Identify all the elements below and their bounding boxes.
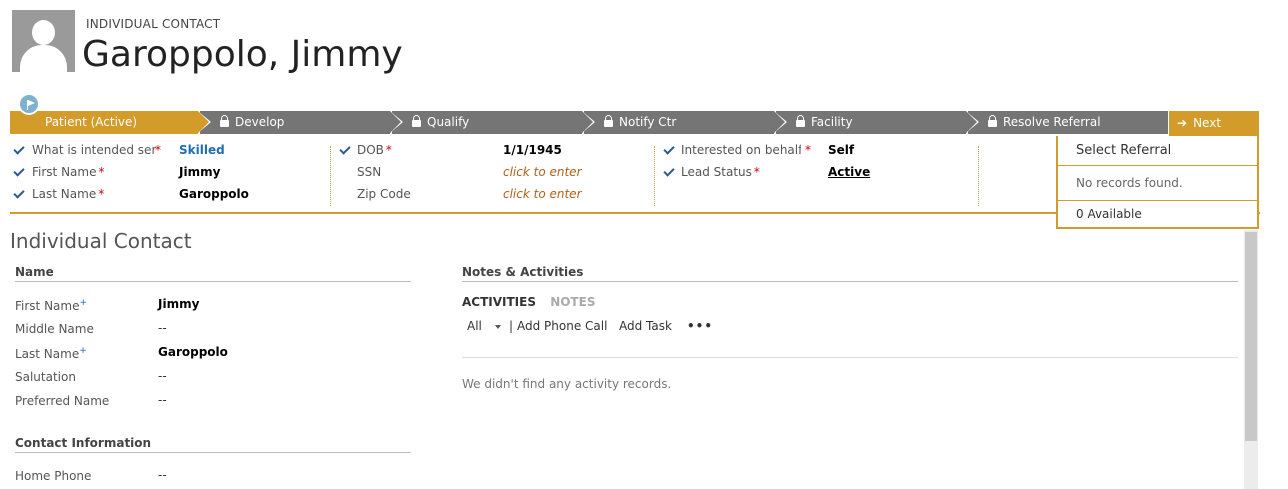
label-middle-name: Middle Name [15, 322, 94, 336]
field-value[interactable]: 1/1/1945 [503, 140, 562, 160]
flyout-available-count: 0 Available [1076, 207, 1142, 221]
stage-develop[interactable]: Develop [198, 111, 401, 134]
check-icon [13, 187, 25, 199]
field-lead-status[interactable]: Lead Status * Active [663, 162, 984, 182]
field-label: SSN [357, 165, 382, 179]
check-icon [13, 165, 25, 177]
stage-label: Qualify [427, 115, 470, 129]
section-heading-notes-activities: Notes & Activities [462, 265, 1238, 282]
activities-empty-message: We didn't find any activity records. [462, 377, 672, 391]
record-title: Garoppolo, Jimmy [82, 34, 403, 75]
label-preferred-name: Preferred Name [15, 394, 110, 408]
stage-label: Notify Ctr [619, 115, 677, 129]
stage-qualify[interactable]: Qualify [390, 111, 593, 134]
field-first-name[interactable]: First Name * Jimmy [10, 162, 330, 182]
tab-notes[interactable]: NOTES [550, 295, 595, 309]
label-last-name: Last Name+ [15, 346, 87, 361]
flyout-title[interactable]: Select Referral [1058, 136, 1257, 166]
field-value[interactable]: Skilled [179, 140, 225, 160]
column-divider [654, 146, 655, 206]
add-task-button[interactable]: Add Task [619, 319, 672, 333]
stage-label: Resolve Referral [1003, 115, 1101, 129]
stage-resolve-referral[interactable]: Resolve Referral [966, 111, 1168, 134]
field-label: What is intended servi [32, 143, 156, 157]
field-label: Interested on behalf of [681, 143, 801, 157]
lock-icon [220, 115, 229, 127]
field-label: First Name * [32, 165, 105, 179]
column-divider [978, 146, 979, 206]
stage-facility[interactable]: Facility [774, 111, 977, 134]
value-salutation[interactable]: -- [158, 369, 167, 383]
field-label: Zip Code [357, 187, 411, 201]
column-divider [330, 146, 331, 206]
field-ssn[interactable]: SSN click to enter [340, 162, 650, 182]
section-heading-name: Name [15, 265, 411, 282]
lock-icon [412, 115, 421, 127]
stage-label: Facility [811, 115, 853, 129]
arrow-right-icon: ➔ [1177, 116, 1188, 130]
lock-icon [988, 115, 997, 127]
check-icon [13, 143, 25, 155]
value-first-name[interactable]: Jimmy [158, 297, 199, 311]
toolbar-separator: | [509, 319, 514, 333]
stage-label: Develop [235, 115, 285, 129]
field-value[interactable]: Garoppolo [179, 184, 249, 204]
avatar-head [32, 20, 55, 45]
process-flag-icon[interactable] [18, 93, 40, 115]
avatar-body [20, 45, 67, 72]
stage-label: Patient (Active) [45, 115, 138, 129]
label-home-phone: Home Phone [15, 469, 92, 483]
field-zip-code[interactable]: Zip Code click to enter [340, 184, 650, 204]
form-title: Individual Contact [10, 229, 192, 253]
chevron-down-icon[interactable] [495, 325, 501, 329]
divider [462, 357, 1238, 358]
stage-notify-ctr[interactable]: Notify Ctr [582, 111, 785, 134]
stage-patient-active[interactable]: Patient (Active) [10, 111, 209, 134]
field-value[interactable]: click to enter [503, 162, 582, 182]
scrollbar-thumb[interactable] [1245, 232, 1257, 441]
more-options-icon[interactable]: ••• [687, 319, 713, 333]
value-middle-name[interactable]: -- [158, 321, 167, 335]
notes-tabs: ACTIVITIES NOTES [462, 295, 595, 309]
lock-icon [796, 115, 805, 127]
check-icon [663, 165, 675, 177]
field-value[interactable]: Jimmy [179, 162, 220, 182]
value-home-phone[interactable]: -- [158, 468, 167, 482]
field-label: Last Name * [32, 187, 105, 201]
required-mark: * [805, 143, 811, 157]
field-value[interactable]: Self [828, 140, 854, 160]
section-heading-contact-information: Contact Information [15, 436, 411, 453]
field-value[interactable]: click to enter [503, 184, 582, 204]
contact-avatar [12, 10, 75, 72]
field-last-name[interactable]: Last Name * Garoppolo [10, 184, 330, 204]
value-preferred-name[interactable]: -- [158, 393, 167, 407]
required-mark: * [155, 143, 161, 157]
check-icon [663, 143, 675, 155]
field-dob[interactable]: DOB * 1/1/1945 [339, 140, 650, 160]
select-referral-flyout: Select Referral No records found. 0 Avai… [1056, 136, 1259, 229]
field-label: DOB * [357, 143, 392, 157]
field-label: Lead Status * [681, 165, 760, 179]
process-stage-bar: Patient (Active) Develop Qualify Notify … [10, 111, 1168, 134]
check-icon [339, 143, 351, 155]
add-phone-call-button[interactable]: Add Phone Call [517, 319, 607, 333]
field-value[interactable]: Active [828, 162, 870, 182]
field-interested-on-behalf[interactable]: Interested on behalf of * Self [663, 140, 984, 160]
entity-type-label: INDIVIDUAL CONTACT [86, 17, 221, 31]
label-first-name: First Name+ [15, 298, 88, 313]
flyout-message: No records found. [1058, 166, 1257, 201]
field-intended-service[interactable]: What is intended servi * Skilled [10, 140, 330, 160]
value-last-name[interactable]: Garoppolo [158, 345, 228, 359]
next-stage-button[interactable]: ➔Next Stage [1169, 111, 1259, 155]
tab-activities[interactable]: ACTIVITIES [462, 295, 536, 309]
label-salutation: Salutation [15, 370, 76, 384]
lock-icon [604, 115, 613, 127]
